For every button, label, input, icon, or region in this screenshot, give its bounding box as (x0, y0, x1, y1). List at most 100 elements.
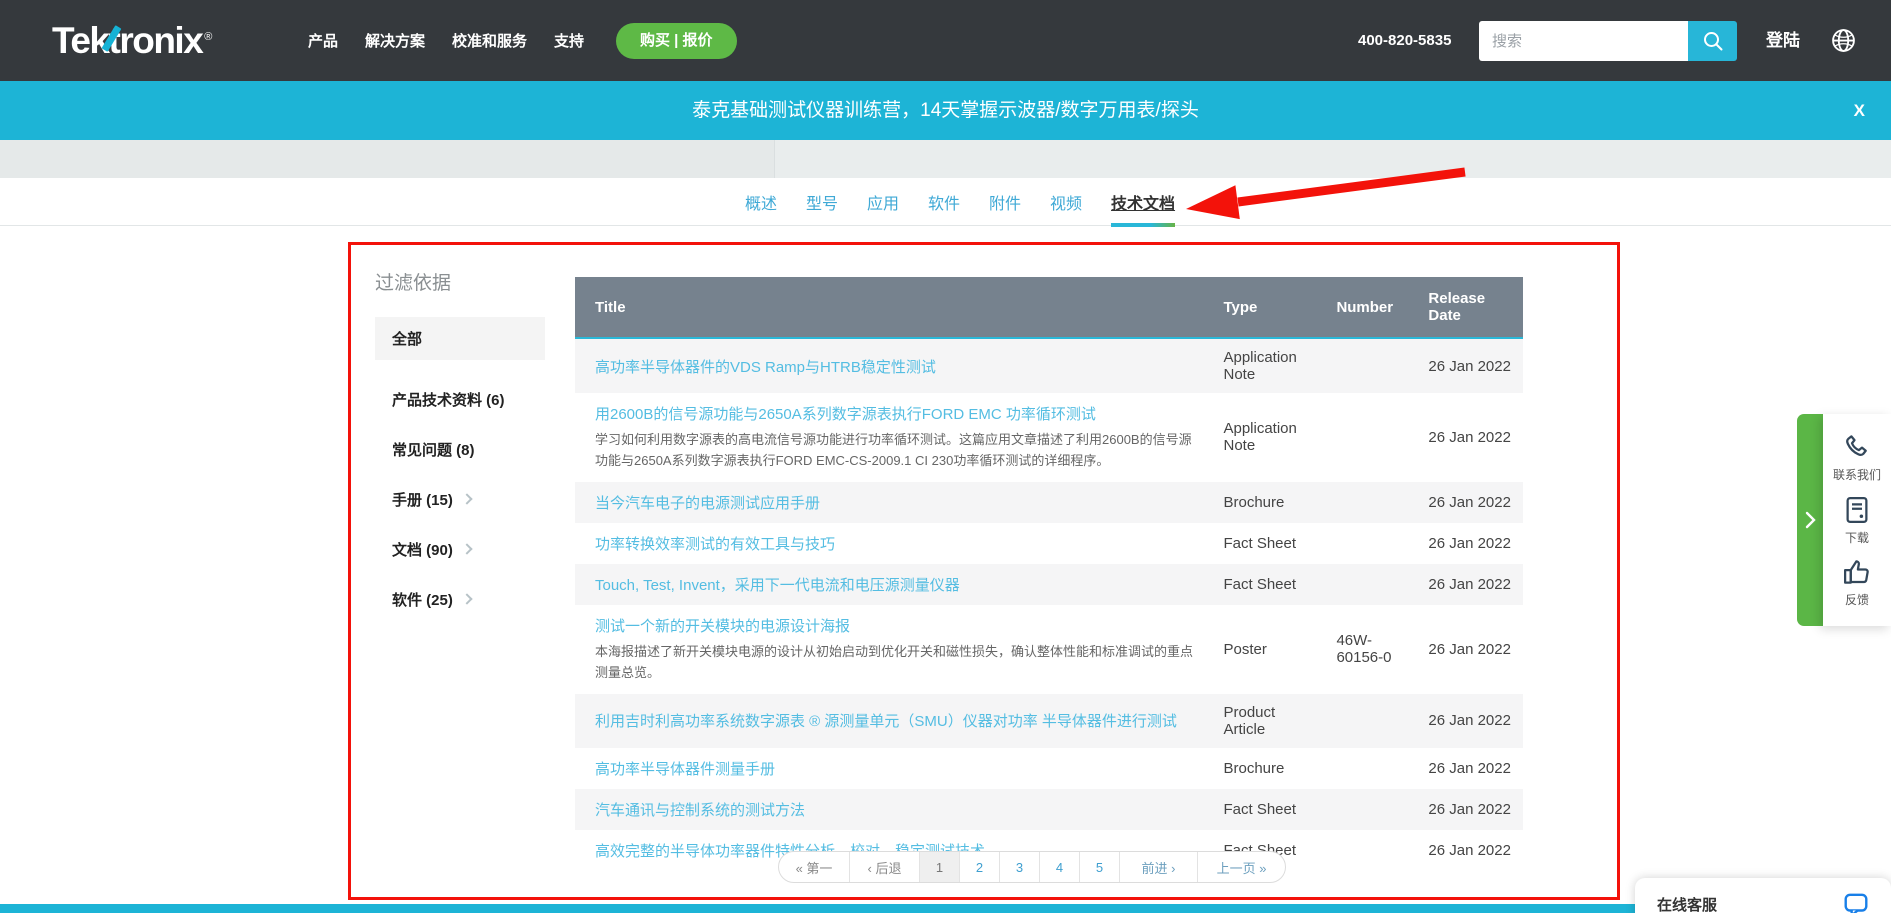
document-title-link[interactable]: Touch, Test, Invent，采用下一代电流和电压源测量仪器 (595, 574, 960, 595)
login-link[interactable]: 登陆 (1766, 0, 1800, 81)
tektronix-logo[interactable]: Tektronix® (52, 20, 211, 62)
tab-accessories[interactable]: 附件 (989, 190, 1021, 214)
table-row: 汽车通讯与控制系统的测试方法 Fact Sheet 26 Jan 2022 (575, 789, 1523, 830)
main-menu: 产品 解决方案 校准和服务 支持 (308, 0, 584, 81)
table-row: 利用吉时利高功率系统数字源表 ® 源测量单元（SMU）仪器对功率 半导体器件进行… (575, 694, 1523, 748)
top-navigation: Tektronix® 产品 解决方案 校准和服务 支持 购买 | 报价 400-… (0, 0, 1891, 81)
page-header-band (0, 140, 1891, 178)
document-type: Fact Sheet (1211, 789, 1324, 830)
feedback-button[interactable]: 反馈 (1842, 557, 1872, 608)
tab-models[interactable]: 型号 (806, 190, 838, 214)
bottom-accent-strip (0, 904, 1891, 913)
filter-item-product-datasheets[interactable]: 产品技术资料 (6) (375, 389, 560, 410)
tab-overview[interactable]: 概述 (745, 190, 777, 214)
filter-item-software[interactable]: 软件 (25) (375, 589, 560, 610)
header-title: Title (575, 277, 1211, 338)
document-type: Brochure (1211, 748, 1324, 789)
table-row: 测试一个新的开关模块的电源设计海报 本海报描述了新开关模块电源的设计从初始启动到… (575, 605, 1523, 694)
document-date: 26 Jan 2022 (1416, 523, 1523, 564)
chevron-right-icon (1803, 510, 1817, 530)
contact-side-widget: 联系我们 下载 反馈 (1797, 414, 1891, 626)
live-chat-card[interactable]: 在线客服 (1635, 878, 1891, 913)
filter-item-documents[interactable]: 文档 (90) (375, 539, 560, 560)
side-widget-collapse-handle[interactable] (1797, 414, 1823, 626)
pagination-next[interactable]: 前进 › (1119, 852, 1197, 882)
pagination-back[interactable]: ‹ 后退 (849, 852, 919, 882)
document-type: Brochure (1211, 482, 1324, 523)
search-input[interactable] (1479, 21, 1688, 61)
header-type: Type (1211, 277, 1324, 338)
promo-banner: 泰克基础测试仪器训练营，14天掌握示波器/数字万用表/探头 X (0, 81, 1891, 140)
datasheet-icon (1842, 495, 1872, 525)
pagination-page-1[interactable]: 1 (919, 852, 959, 882)
menu-item-support[interactable]: 支持 (554, 30, 584, 51)
document-number (1324, 523, 1416, 564)
document-number (1324, 393, 1416, 482)
filter-heading: 过滤依据 (375, 268, 560, 295)
chevron-right-icon (461, 593, 472, 604)
table-row: Touch, Test, Invent，采用下一代电流和电压源测量仪器 Fact… (575, 564, 1523, 605)
contact-us-button[interactable]: 联系我们 (1833, 432, 1881, 483)
document-title-link[interactable]: 功率转换效率测试的有效工具与技巧 (595, 533, 835, 554)
document-description: 学习如何利用数字源表的高电流信号源功能进行功率循环测试。这篇应用文章描述了利用2… (595, 429, 1199, 472)
search-button[interactable] (1688, 21, 1737, 61)
filter-item-faq[interactable]: 常见问题 (8) (375, 439, 560, 460)
pagination-page-3[interactable]: 3 (999, 852, 1039, 882)
tab-software[interactable]: 软件 (928, 190, 960, 214)
document-description: 本海报描述了新开关模块电源的设计从初始启动到优化开关和磁性损失，确认整体性能和标… (595, 641, 1199, 684)
document-date: 26 Jan 2022 (1416, 482, 1523, 523)
document-date: 26 Jan 2022 (1416, 338, 1523, 393)
tab-applications[interactable]: 应用 (867, 190, 899, 214)
table-row: 高功率半导体器件的VDS Ramp与HTRB稳定性测试 Application … (575, 338, 1523, 393)
logo-text: Tektronix (52, 20, 202, 61)
filter-item-all[interactable]: 全部 (375, 317, 545, 360)
document-number (1324, 564, 1416, 605)
header-number: Number (1324, 277, 1416, 338)
menu-item-calibration-services[interactable]: 校准和服务 (452, 30, 527, 51)
document-title-link[interactable]: 当今汽车电子的电源测试应用手册 (595, 492, 820, 513)
document-title-link[interactable]: 测试一个新的开关模块的电源设计海报 (595, 615, 850, 636)
document-number (1324, 748, 1416, 789)
document-type: Poster (1211, 605, 1324, 694)
menu-item-products[interactable]: 产品 (308, 30, 338, 51)
phone-icon (1842, 432, 1872, 462)
buy-quote-button[interactable]: 购买 | 报价 (616, 23, 737, 59)
table-row: 用2600B的信号源功能与2650A系列数字源表执行FORD EMC 功率循环测… (575, 393, 1523, 482)
pagination-page-4[interactable]: 4 (1039, 852, 1079, 882)
pagination-last[interactable]: 上一页 » (1197, 852, 1285, 882)
promo-banner-text[interactable]: 泰克基础测试仪器训练营，14天掌握示波器/数字万用表/探头 (0, 81, 1891, 140)
document-title-link[interactable]: 汽车通讯与控制系统的测试方法 (595, 799, 805, 820)
table-row: 当今汽车电子的电源测试应用手册 Brochure 26 Jan 2022 (575, 482, 1523, 523)
pagination-page-2[interactable]: 2 (959, 852, 999, 882)
document-date: 26 Jan 2022 (1416, 789, 1523, 830)
pagination-page-5[interactable]: 5 (1079, 852, 1119, 882)
document-date: 26 Jan 2022 (1416, 694, 1523, 748)
document-title-link[interactable]: 高功率半导体器件的VDS Ramp与HTRB稳定性测试 (595, 356, 936, 377)
document-title-link[interactable]: 利用吉时利高功率系统数字源表 ® 源测量单元（SMU）仪器对功率 半导体器件进行… (595, 710, 1177, 731)
globe-icon[interactable] (1831, 28, 1856, 53)
document-type: Application Note (1211, 338, 1324, 393)
document-date: 26 Jan 2022 (1416, 564, 1523, 605)
search-icon (1701, 29, 1725, 53)
document-date: 26 Jan 2022 (1416, 393, 1523, 482)
close-icon[interactable]: X (1854, 81, 1865, 140)
side-widget-panel: 联系我们 下载 反馈 (1823, 414, 1891, 626)
document-number: 46W-60156-0 (1324, 605, 1416, 694)
search-box (1479, 21, 1737, 61)
menu-item-solutions[interactable]: 解决方案 (365, 30, 425, 51)
downloads-button[interactable]: 下载 (1842, 495, 1872, 546)
document-title-link[interactable]: 高功率半导体器件测量手册 (595, 758, 775, 779)
filter-item-manuals[interactable]: 手册 (15) (375, 489, 560, 510)
document-date: 26 Jan 2022 (1416, 748, 1523, 789)
filter-list: 产品技术资料 (6) 常见问题 (8) 手册 (15) 文档 (90) 软件 (… (375, 389, 560, 610)
phone-number: 400-820-5835 (1358, 0, 1451, 81)
document-date: 26 Jan 2022 (1416, 605, 1523, 694)
logo-registered-mark: ® (204, 31, 211, 43)
document-title-link[interactable]: 用2600B的信号源功能与2650A系列数字源表执行FORD EMC 功率循环测… (595, 403, 1096, 424)
pagination-first[interactable]: « 第一 (779, 852, 849, 882)
tab-technical-documents[interactable]: 技术文档 (1111, 190, 1175, 214)
chat-icon (1843, 891, 1869, 913)
chevron-right-icon (461, 493, 472, 504)
table-row: 高功率半导体器件测量手册 Brochure 26 Jan 2022 (575, 748, 1523, 789)
tab-videos[interactable]: 视频 (1050, 190, 1082, 214)
